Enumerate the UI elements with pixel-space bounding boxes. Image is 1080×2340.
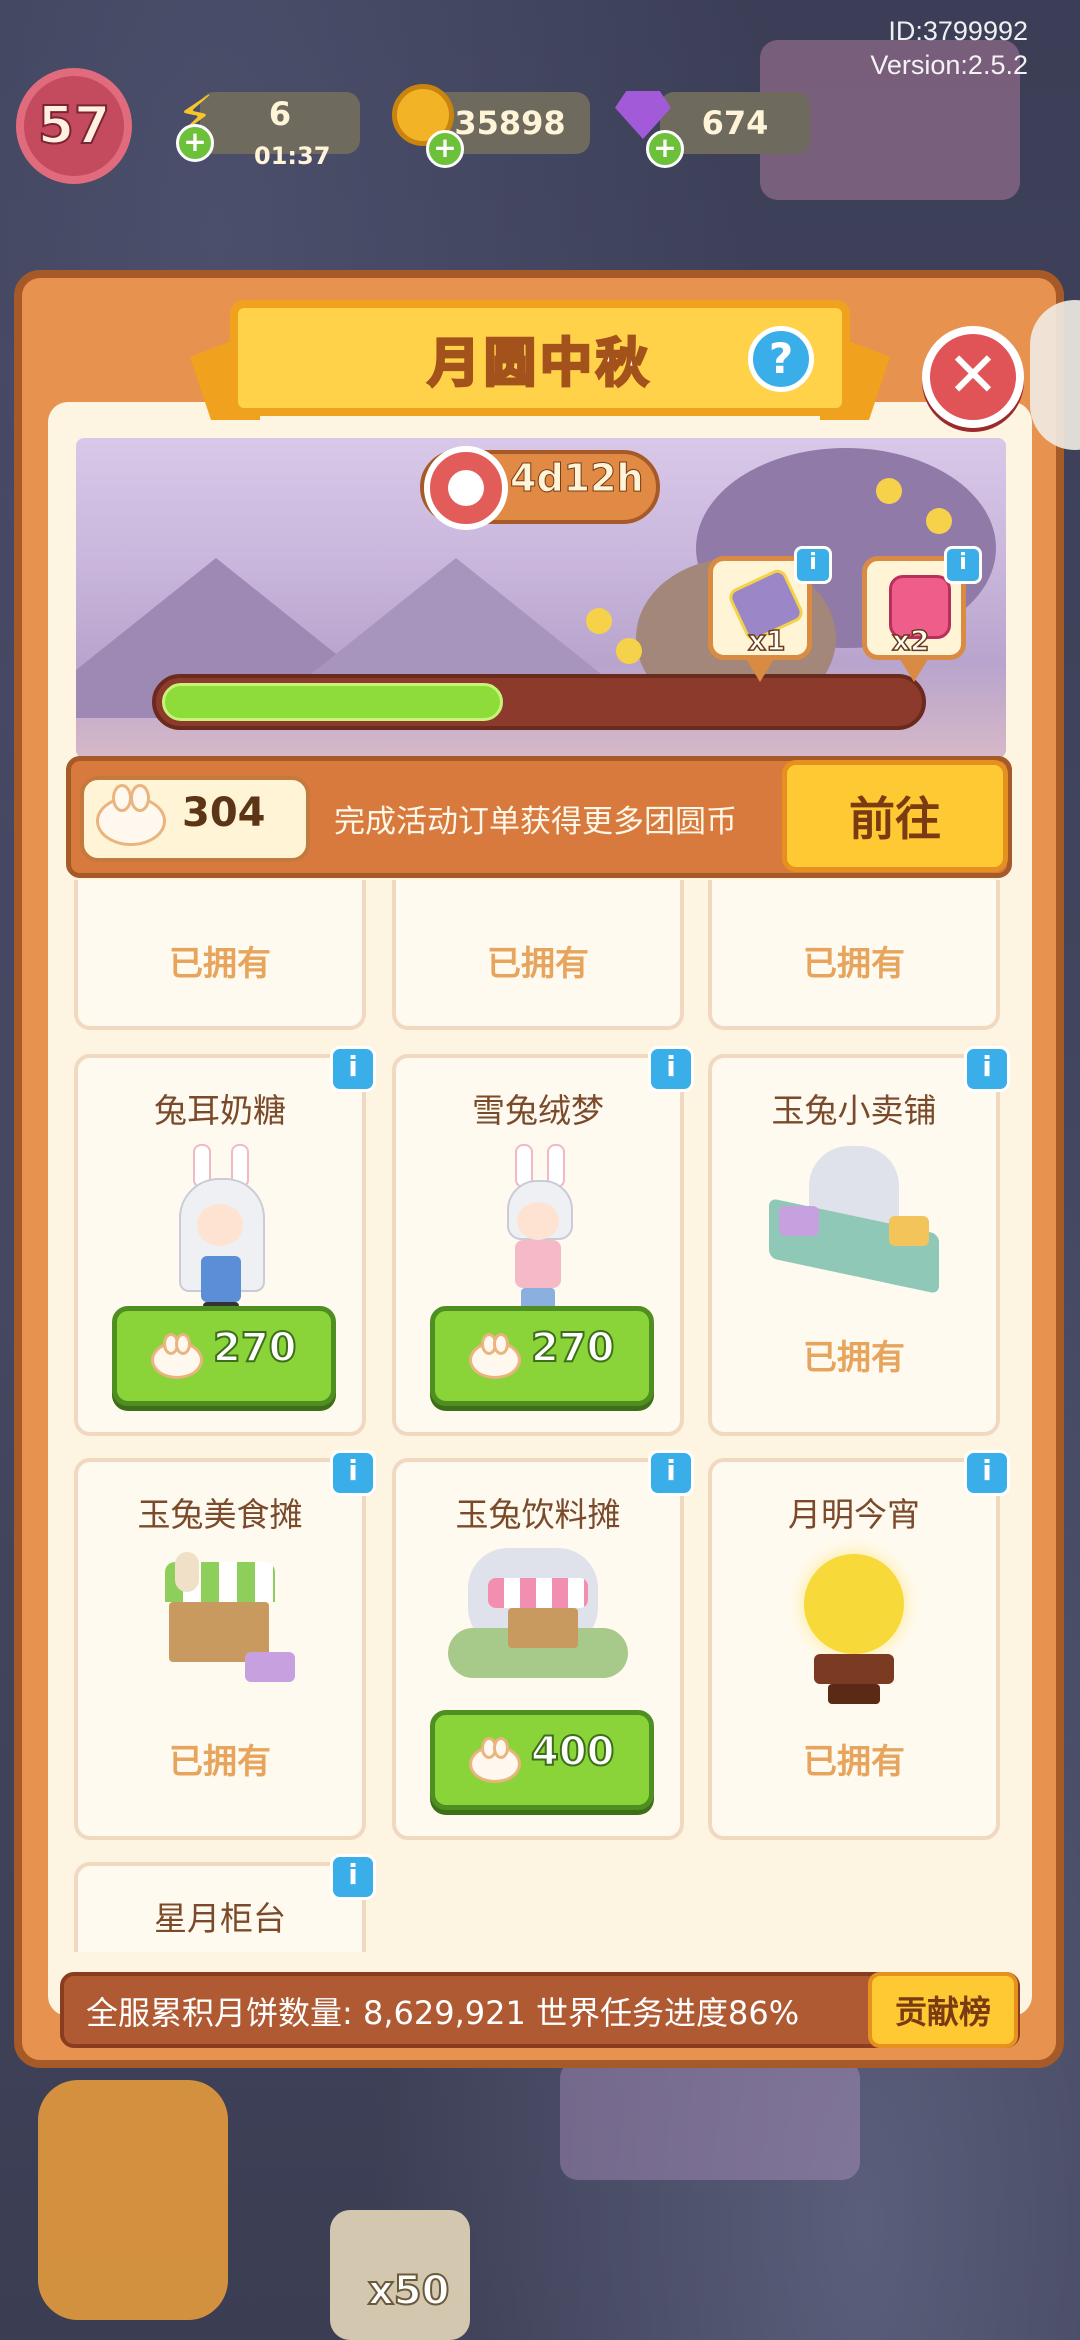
bunny-coin-icon [96, 784, 166, 846]
flower-decor [616, 638, 642, 664]
energy-timer: 01:37 [254, 142, 331, 170]
bunny-coin-icon [469, 1333, 521, 1379]
owned-label: 已拥有 [803, 1742, 905, 1782]
item-name: 星月柜台 [154, 1899, 286, 1938]
shop-item-card[interactable]: 玉兔小卖铺 i 已拥有 [708, 1046, 1010, 1436]
item-name: 玉兔饮料摊 [455, 1495, 621, 1534]
buy-button[interactable]: 270 [430, 1306, 654, 1406]
item-name: 玉兔小卖铺 [771, 1091, 937, 1130]
player-id: ID:3799992 [888, 16, 1028, 46]
buy-button[interactable]: 270 [112, 1306, 336, 1406]
world-progress-text: 全服累积月饼数量: 8,629,921 世界任务进度86% [86, 1994, 800, 2032]
item-price: 400 [530, 1728, 615, 1776]
item-price: 270 [212, 1324, 297, 1372]
background-building [560, 2060, 860, 2180]
event-progress-bar [152, 674, 926, 730]
item-info-button[interactable]: i [330, 1450, 376, 1496]
event-coin-hint: 完成活动订单获得更多团圆币 [334, 804, 737, 840]
shop-item-card[interactable]: 已拥有 [392, 880, 684, 1030]
item-name: 兔耳奶糖 [154, 1091, 286, 1130]
reward-info-button-1[interactable]: i [794, 546, 832, 584]
buy-button[interactable]: 400 [430, 1710, 654, 1810]
reward-count-2: x2 [891, 623, 930, 658]
add-gems-button[interactable]: + [646, 130, 684, 168]
shop-item-card[interactable]: 雪兔绒梦 i 270 [392, 1046, 694, 1436]
item-name: 月明今宵 [788, 1495, 920, 1534]
shop-item-card[interactable]: 玉兔美食摊 i 已拥有 [74, 1450, 376, 1840]
close-button[interactable]: ✕ [922, 326, 1024, 428]
shop-item-card[interactable]: 月明今宵 i 已拥有 [708, 1450, 1010, 1840]
event-title: 月圆中秋 [426, 332, 652, 395]
bunny-coin-icon [151, 1333, 203, 1379]
flower-decor [926, 508, 952, 534]
add-energy-button[interactable]: + [176, 124, 214, 162]
item-name: 雪兔绒梦 [472, 1091, 604, 1130]
bunny-coin-icon [469, 1737, 521, 1783]
drink-stall-art [448, 1548, 628, 1698]
owned-label: 已拥有 [803, 944, 905, 984]
item-price: 270 [530, 1324, 615, 1372]
event-progress-fill [162, 683, 503, 721]
reward-pointer [744, 656, 776, 682]
gem-value: 674 [701, 104, 769, 142]
shop-item-card[interactable]: 玉兔饮料摊 i 400 [392, 1450, 694, 1840]
goto-button[interactable]: 前往 [782, 760, 1008, 872]
event-time-remaining: 4d12h [510, 456, 645, 501]
item-info-button[interactable]: i [330, 1854, 376, 1900]
background-lightning-decor [38, 2080, 228, 2320]
background-multiplier-label: x50 [367, 2267, 450, 2315]
help-button[interactable]: ? [748, 326, 814, 392]
item-info-button[interactable]: i [330, 1046, 376, 1092]
bunny-shop-stall-art [769, 1146, 939, 1296]
owned-label: 已拥有 [169, 1742, 271, 1782]
reward-info-button-2[interactable]: i [944, 546, 982, 584]
shop-item-card[interactable]: 兔耳奶糖 i 270 [74, 1046, 376, 1436]
event-coin-count: 304 [182, 790, 266, 836]
player-level-badge[interactable]: 57 [16, 68, 132, 184]
owned-label: 已拥有 [169, 944, 271, 984]
coin-value: 35898 [454, 104, 566, 142]
reward-pointer [898, 656, 930, 682]
food-stall-art [135, 1552, 305, 1702]
full-moon-lamp-art [794, 1554, 914, 1714]
owned-label: 已拥有 [803, 1338, 905, 1378]
flower-decor [586, 608, 612, 634]
add-coins-button[interactable]: + [426, 130, 464, 168]
item-info-button[interactable]: i [648, 1046, 694, 1092]
item-name: 玉兔美食摊 [137, 1495, 303, 1534]
side-mascot-button[interactable] [1030, 300, 1080, 450]
game-version: Version:2.5.2 [870, 50, 1028, 80]
player-level: 57 [37, 95, 111, 157]
item-info-button[interactable]: i [964, 1450, 1010, 1496]
owned-label: 已拥有 [487, 944, 589, 984]
player-id-version: ID:3799992 Version:2.5.2 [870, 14, 1028, 82]
flower-decor [876, 478, 902, 504]
item-info-button[interactable]: i [648, 1450, 694, 1496]
reward-count-1: x1 [747, 623, 786, 658]
shop-item-card[interactable]: 已拥有 [74, 880, 366, 1030]
clock-icon [424, 446, 508, 530]
shop-item-card[interactable]: 星月柜台 i [74, 1854, 376, 1952]
contribution-ranking-button[interactable]: 贡献榜 [868, 1972, 1018, 2048]
shop-item-card[interactable]: 已拥有 [708, 880, 1000, 1030]
item-info-button[interactable]: i [964, 1046, 1010, 1092]
energy-value: 6 [268, 95, 292, 133]
